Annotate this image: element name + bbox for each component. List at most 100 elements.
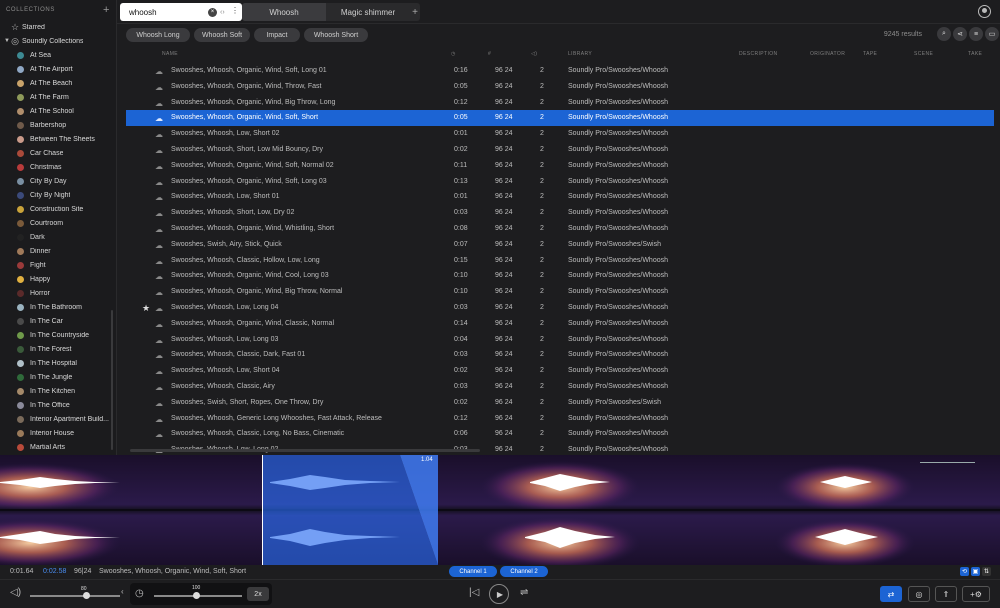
sidebar-collection-item[interactable]: Car Chase bbox=[0, 146, 116, 160]
samplerate-icon[interactable]: # bbox=[488, 51, 491, 57]
table-row[interactable]: ☁ Swooshes, Whoosh, Classic, Dark, Fast 0… bbox=[126, 347, 994, 363]
sidebar-collection-item[interactable]: Interior House bbox=[0, 426, 116, 440]
tab-whoosh[interactable]: Whoosh bbox=[242, 3, 326, 21]
column-originator[interactable]: ORIGINATOR bbox=[810, 51, 845, 57]
table-scrollbar[interactable] bbox=[130, 449, 480, 452]
sidebar-collection-item[interactable]: Horror bbox=[0, 286, 116, 300]
table-row[interactable]: ☁ Swooshes, Whoosh, Classic, Long, No Bas… bbox=[126, 426, 994, 442]
sidebar-collection-item[interactable]: Fight bbox=[0, 258, 116, 272]
table-row[interactable]: ☁ Swooshes, Whoosh, Classic, Hollow, Low,… bbox=[126, 253, 994, 269]
volume-icon[interactable]: ◁) bbox=[10, 587, 21, 598]
add-tab-button[interactable]: + bbox=[410, 3, 420, 21]
search-icon[interactable]: ⌕ bbox=[937, 27, 951, 41]
channel-1-button[interactable]: Channel 1 bbox=[449, 566, 497, 577]
column-take[interactable]: TAKE bbox=[968, 51, 982, 57]
sidebar-collection-item[interactable]: At The Airport bbox=[0, 62, 116, 76]
sidebar-collection-item[interactable]: Courtroom bbox=[0, 216, 116, 230]
mixer-icon[interactable]: ⇌ bbox=[520, 587, 528, 598]
sidebar-collection-item[interactable]: City By Night bbox=[0, 188, 116, 202]
table-row[interactable]: ☁ Swooshes, Swish, Airy, Stick, Quick 0:07… bbox=[126, 237, 994, 253]
table-row[interactable]: ★ ☁ Swooshes, Whoosh, Low, Long 04 0:03 96 2… bbox=[126, 300, 994, 316]
table-row[interactable]: ☁ Swooshes, Whoosh, Organic, Wind, Big Th… bbox=[126, 284, 994, 300]
column-tape[interactable]: TAPE bbox=[863, 51, 877, 57]
sidebar-collection-item[interactable]: City By Day bbox=[0, 174, 116, 188]
filter-chip[interactable]: Whoosh Long bbox=[126, 28, 190, 42]
stack-icon[interactable]: ⇑ bbox=[935, 586, 957, 602]
sidebar-scrollbar[interactable] bbox=[111, 310, 113, 450]
user-account-icon[interactable] bbox=[978, 5, 991, 18]
table-row[interactable]: ☁ Swooshes, Whoosh, Low, Short 04 0:02 96 2… bbox=[126, 363, 994, 379]
sidebar-collection-item[interactable]: At The Beach bbox=[0, 76, 116, 90]
table-row[interactable]: ☁ Swooshes, Whoosh, Organic, Wind, Whistl… bbox=[126, 221, 994, 237]
sidebar-collection-item[interactable]: Martial Arts bbox=[0, 440, 116, 454]
add-collection-icon[interactable]: + bbox=[103, 4, 110, 16]
filter-chip[interactable]: Whoosh Short bbox=[304, 28, 368, 42]
search-options-icon[interactable]: ⋮ bbox=[231, 6, 239, 15]
sidebar-collection-item[interactable]: At The Farm bbox=[0, 90, 116, 104]
filter-chip[interactable]: Whoosh Soft bbox=[194, 28, 250, 42]
sidebar-collection-item[interactable]: In The Jungle bbox=[0, 370, 116, 384]
sidebar-collection-item[interactable]: In The Hospital bbox=[0, 356, 116, 370]
rate-knob[interactable] bbox=[193, 592, 200, 599]
table-row[interactable]: ☁ Swooshes, Whoosh, Organic, Wind, Soft, … bbox=[126, 63, 994, 79]
waveform-view[interactable]: 1.04 bbox=[0, 455, 1000, 565]
radar-icon[interactable]: ◎ bbox=[908, 586, 930, 602]
sidebar-collection-item[interactable]: Barbershop bbox=[0, 118, 116, 132]
table-row[interactable]: ☁ Swooshes, Whoosh, Organic, Wind, Throw,… bbox=[126, 79, 994, 95]
table-row[interactable]: ☁ Swooshes, Whoosh, Organic, Wind, Cool, … bbox=[126, 268, 994, 284]
sidebar-collection-item[interactable]: At The School bbox=[0, 104, 116, 118]
timer-icon[interactable]: ◷ bbox=[135, 588, 144, 599]
table-row[interactable]: ☁ Swooshes, Whoosh, Organic, Wind, Big Th… bbox=[126, 95, 994, 111]
sidebar-collection-item[interactable]: In The Countryside bbox=[0, 328, 116, 342]
play-button[interactable]: ▶ bbox=[489, 584, 509, 604]
spot-to-daw-button[interactable]: ⇄ bbox=[880, 586, 902, 602]
table-row[interactable]: ☁ Swooshes, Whoosh, Low, Short 01 0:01 96 2… bbox=[126, 189, 994, 205]
share-icon[interactable]: ⋖ bbox=[953, 27, 967, 41]
sidebar-collection-item[interactable]: Construction Site bbox=[0, 202, 116, 216]
column-scene[interactable]: SCENE bbox=[914, 51, 933, 57]
search-box[interactable]: × ‹› ⋮ bbox=[120, 3, 242, 21]
settings-icon[interactable]: +⚙ bbox=[962, 586, 990, 602]
loop-icon[interactable]: ⟲ bbox=[960, 567, 969, 576]
table-row[interactable]: ☁ Swooshes, Whoosh, Organic, Wind, Soft, … bbox=[126, 158, 994, 174]
panel-toggle-icon[interactable]: ▭ bbox=[985, 27, 999, 41]
zoom-icon[interactable]: ⇅ bbox=[982, 567, 991, 576]
volume-knob[interactable] bbox=[83, 592, 90, 599]
star-icon[interactable]: ★ bbox=[142, 303, 150, 314]
history-arrows-icon[interactable]: ‹› bbox=[220, 9, 225, 16]
clock-icon[interactable]: ◷ bbox=[451, 51, 456, 57]
sidebar-collection-item[interactable]: At Sea bbox=[0, 48, 116, 62]
speed-select[interactable]: 2x bbox=[247, 587, 269, 601]
sidebar-item-starred[interactable]: ☆ Starred bbox=[0, 20, 116, 34]
sidebar-collection-item[interactable]: In The Car bbox=[0, 314, 116, 328]
table-row[interactable]: ☁ Swooshes, Whoosh, Organic, Wind, Soft, … bbox=[126, 110, 994, 127]
sidebar-collection-item[interactable]: Between The Sheets bbox=[0, 132, 116, 146]
sidebar-collection-item[interactable]: In The Office bbox=[0, 398, 116, 412]
column-name[interactable]: NAME bbox=[162, 51, 178, 57]
sidebar-collection-item[interactable]: Dinner bbox=[0, 244, 116, 258]
table-row[interactable]: ☁ Swooshes, Whoosh, Low, Long 03 0:04 96 24… bbox=[126, 332, 994, 348]
sidebar-collection-item[interactable]: Happy bbox=[0, 272, 116, 286]
column-library[interactable]: LIBRARY bbox=[568, 51, 592, 57]
sidebar-item-soundly-collections[interactable]: ▼ ◎ Soundly Collections bbox=[0, 34, 116, 48]
filter-chip[interactable]: Impact bbox=[254, 28, 300, 42]
sidebar-collection-item[interactable]: In The Bathroom bbox=[0, 300, 116, 314]
sidebar-collection-item[interactable]: Interior Apartment Build... bbox=[0, 412, 116, 426]
table-row[interactable]: ☁ Swooshes, Whoosh, Generic Long Whooshes… bbox=[126, 411, 994, 427]
speaker-icon[interactable]: ◁) bbox=[531, 51, 537, 57]
sidebar-collection-item[interactable]: Dark bbox=[0, 230, 116, 244]
table-row[interactable]: ☁ Swooshes, Whoosh, Classic, Airy 0:03 96 2… bbox=[126, 379, 994, 395]
table-row[interactable]: ☁ Swooshes, Whoosh, Short, Low Mid Bouncy… bbox=[126, 142, 994, 158]
table-row[interactable]: ☁ Swooshes, Whoosh, Organic, Wind, Soft, … bbox=[126, 174, 994, 190]
channel-2-button[interactable]: Channel 2 bbox=[500, 566, 548, 577]
lock-icon[interactable]: ▣ bbox=[971, 567, 980, 576]
sidebar-collection-item[interactable]: In The Forest bbox=[0, 342, 116, 356]
table-row[interactable]: ☁ Swooshes, Whoosh, Low, Short 02 0:01 96 2… bbox=[126, 126, 994, 142]
table-row[interactable]: ☁ Swooshes, Whoosh, Short, Low, Dry 02 0:0… bbox=[126, 205, 994, 221]
tab-magic-shimmer[interactable]: Magic shimmer bbox=[326, 3, 410, 21]
table-row[interactable]: ☁ Swooshes, Swish, Short, Ropes, One Thro… bbox=[126, 395, 994, 411]
search-input[interactable] bbox=[129, 7, 204, 17]
chevron-left-icon[interactable]: ‹ bbox=[121, 587, 124, 596]
list-view-icon[interactable]: ≡ bbox=[969, 27, 983, 41]
table-row[interactable]: ☁ Swooshes, Whoosh, Organic, Wind, Classi… bbox=[126, 316, 994, 332]
